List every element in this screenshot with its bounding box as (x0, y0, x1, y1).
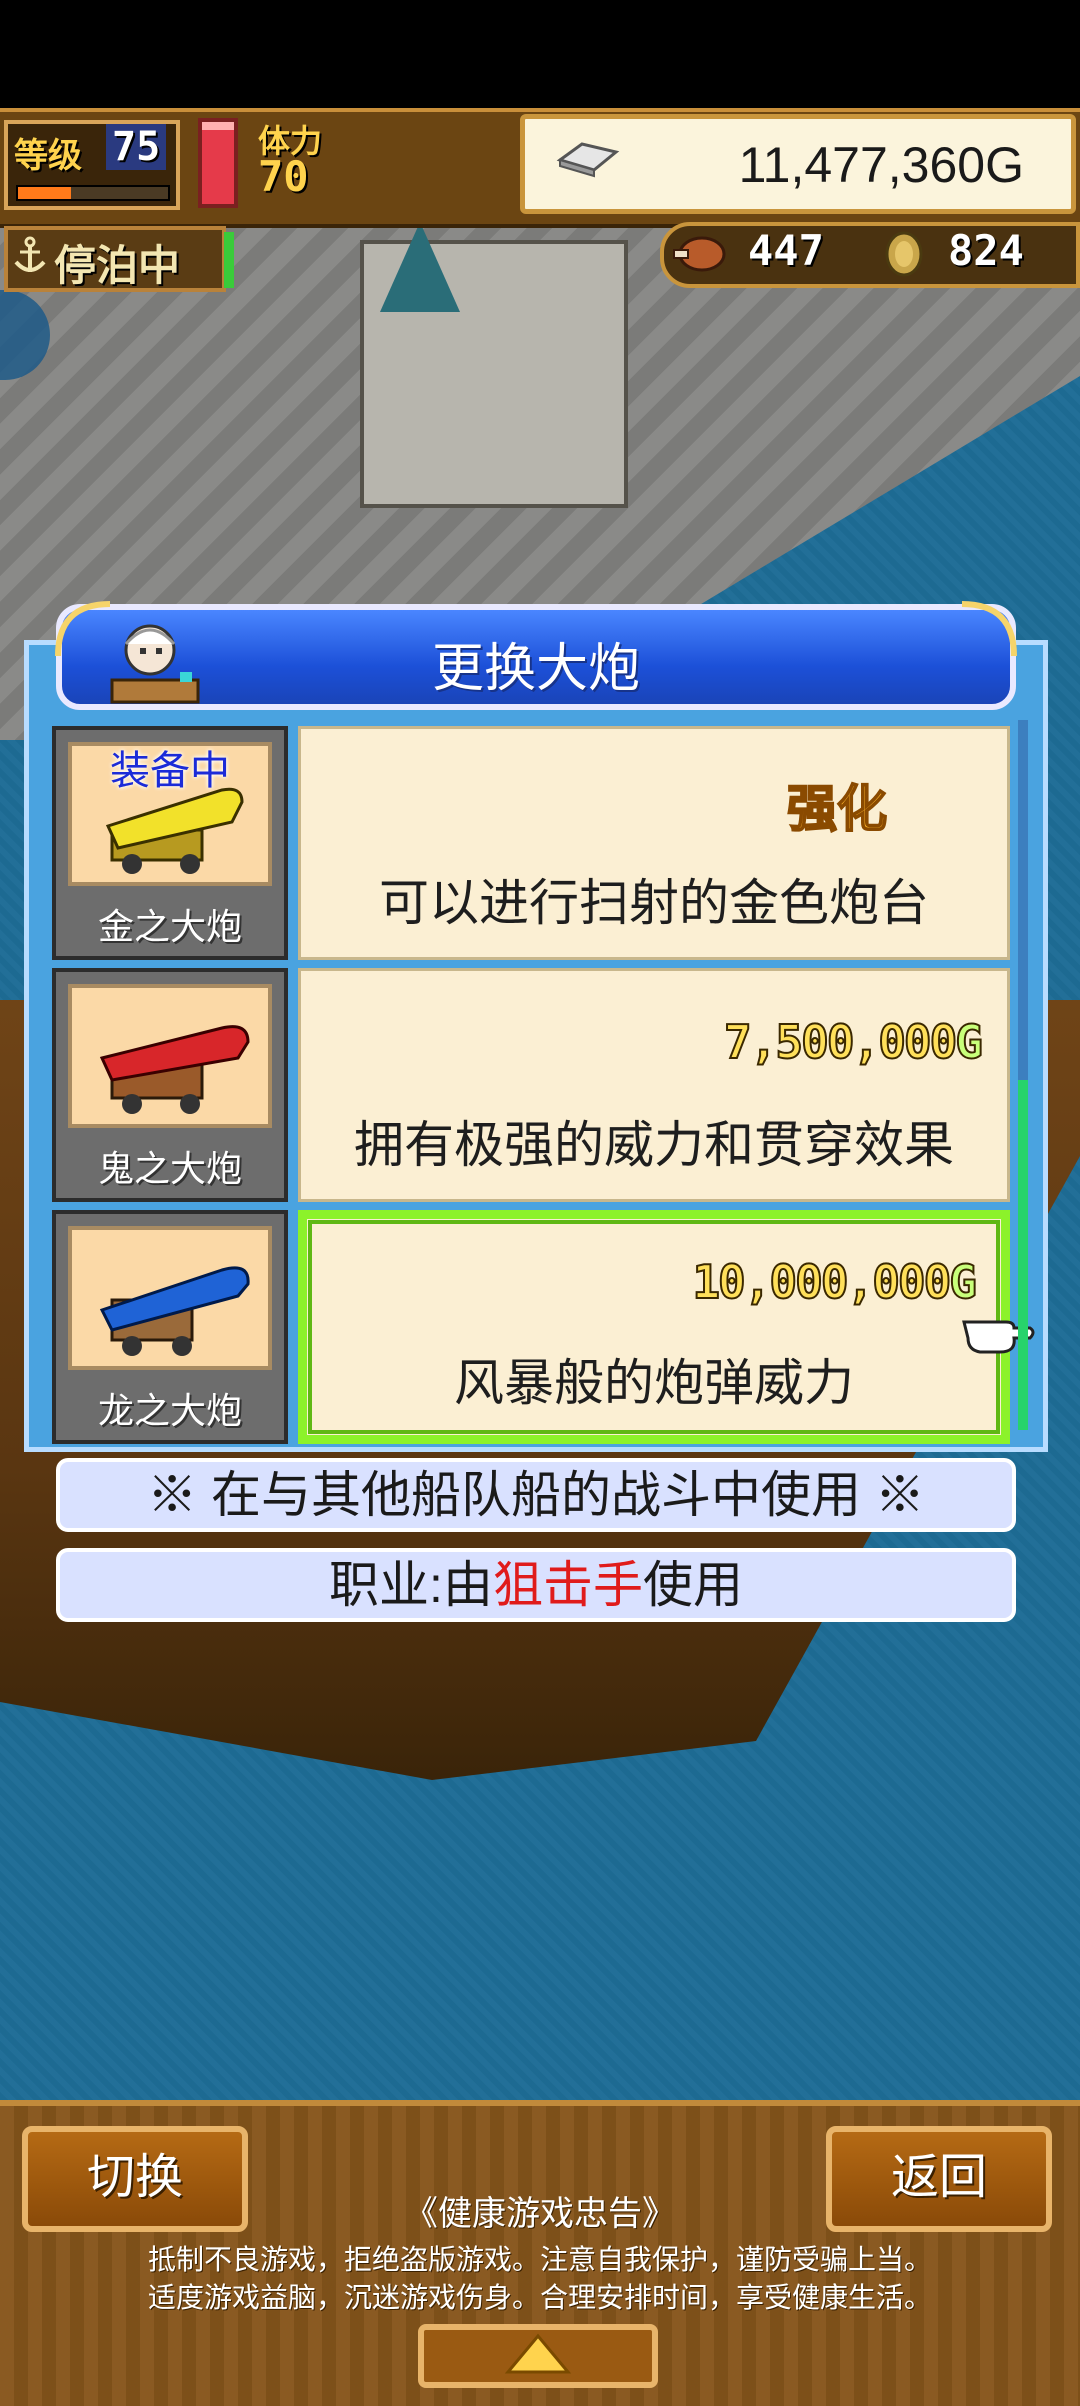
cannon-desc-card-selected[interactable]: 10,000,000G 风暴般的炮弹威力 (298, 1210, 1010, 1444)
health-advice-line2: 适度游戏益脑，沉迷游戏伤身。合理安排时间，享受健康生活。 (147, 2282, 932, 2313)
medal-coin-icon (885, 231, 923, 277)
level-label: 等级 (14, 136, 82, 176)
silver-bar-icon (556, 142, 620, 178)
blue-cannon-icon (99, 1266, 250, 1356)
cannon-image-frame (68, 984, 272, 1128)
expand-up-button[interactable] (418, 2324, 658, 2388)
cannon-row-demon[interactable]: 鬼之大炮 7,500,000G 拥有极强的威力和贯穿效果 (52, 968, 1010, 1202)
equipped-tag: 装备中 (110, 749, 230, 793)
job-name: 狙击手 (492, 1557, 643, 1613)
health-advice-title: 《健康游戏忠告》 (404, 2195, 676, 2233)
cannon-name: 龙之大炮 (97, 1390, 242, 1431)
cannon-image-frame (68, 1226, 272, 1370)
anchor-icon (14, 236, 46, 272)
cannon-price: 7,500,000G (723, 1014, 984, 1070)
job-note-prefix: 职业:由 (329, 1557, 493, 1613)
cannon-name: 金之大炮 (97, 906, 242, 947)
stamina-gauge (198, 118, 238, 208)
cannon-description: 拥有极强的威力和贯穿效果 (354, 1117, 954, 1173)
upgrade-label[interactable]: 强化 (786, 769, 888, 841)
up-arrow-icon (504, 2333, 572, 2374)
cannon-name: 鬼之大炮 (97, 1148, 242, 1189)
cannon-thumb: 龙之大炮 (52, 1210, 288, 1444)
cannon-price: 10,000,000G (691, 1254, 978, 1310)
price-currency: G (948, 1254, 978, 1310)
cannon-description: 可以进行扫射的金色炮台 (379, 875, 929, 931)
cannon-description: 风暴般的炮弹威力 (454, 1355, 854, 1411)
cannon-row-gold[interactable]: 装备中 金之大炮 强化 可以进行扫射的金色炮台 (52, 726, 1010, 960)
level-progress-bar (16, 185, 170, 201)
stamina-gauge-fill (202, 130, 234, 204)
level-progress-fill (18, 187, 71, 199)
job-note: 职业:由狙击手使用 (56, 1548, 1016, 1622)
coin-count: 824 (948, 226, 1024, 275)
cannon-desc-card[interactable]: 强化 可以进行扫射的金色炮台 (298, 726, 1010, 960)
docked-status-text: 停泊中 (54, 241, 181, 290)
cannon-thumb: 装备中 金之大炮 (52, 726, 288, 960)
meat-food-icon (673, 236, 726, 272)
cannon-thumb: 鬼之大炮 (52, 968, 288, 1202)
price-currency: G (954, 1014, 984, 1070)
usage-note: ※ 在与其他船队船的战斗中使用 ※ (56, 1458, 1016, 1532)
red-cannon-icon (99, 1025, 250, 1114)
status-indicator (224, 232, 234, 288)
top-black-bar (0, 0, 1080, 108)
cannon-row-dragon[interactable]: 龙之大炮 10,000,000G 风暴般的炮弹威力 (52, 1210, 1010, 1444)
cannon-desc-card[interactable]: 7,500,000G 拥有极强的威力和贯穿效果 (298, 968, 1010, 1202)
list-scroll-thumb[interactable] (1018, 1080, 1028, 1430)
price-value: 10,000,000 (691, 1254, 952, 1310)
gold-amount: 11,477,360G (738, 137, 1024, 193)
health-advice-line1: 抵制不良游戏，拒绝盗版游戏。注意自我保护，谨防受骗上当。 (147, 2244, 932, 2275)
stamina-value: 70 (258, 152, 309, 201)
food-count: 447 (748, 226, 824, 275)
level-value: 75 (106, 124, 167, 170)
price-value: 7,500,000 (723, 1014, 958, 1070)
job-note-suffix: 使用 (642, 1557, 743, 1613)
dialog-title: 更换大炮 (431, 640, 640, 698)
